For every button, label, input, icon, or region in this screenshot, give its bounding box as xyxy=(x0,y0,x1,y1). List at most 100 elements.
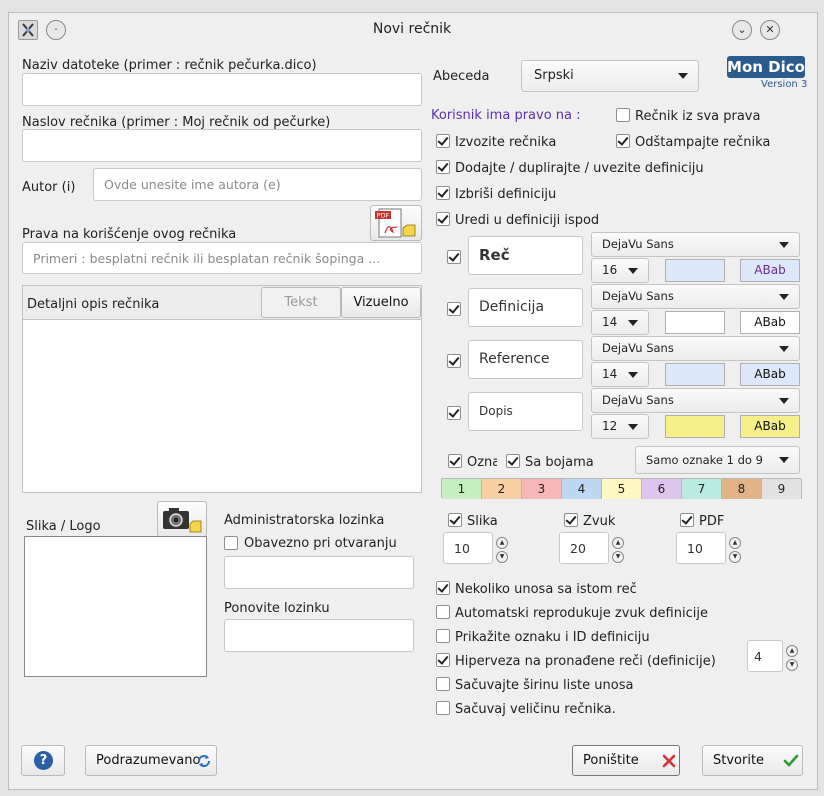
usage-rights-input[interactable] xyxy=(22,242,422,274)
option-checkbox[interactable] xyxy=(436,605,450,619)
option-checkbox[interactable] xyxy=(436,701,450,715)
tags-range-select[interactable]: Samo oznake 1 do 9 xyxy=(635,446,800,474)
font-family-select[interactable]: DejaVu Sans xyxy=(591,336,800,361)
chevron-up-icon[interactable]: ▲ xyxy=(612,537,624,549)
text-color-sample[interactable]: ABab xyxy=(740,415,800,438)
background-color-swatch[interactable] xyxy=(665,415,725,438)
hyperlink-count-input[interactable] xyxy=(747,640,783,672)
chevron-down-icon[interactable]: ▼ xyxy=(612,551,624,563)
tag-color-cell[interactable]: 6 xyxy=(642,479,682,499)
tag-color-cell[interactable]: 5 xyxy=(602,479,642,499)
pdf-icon-text: PDF xyxy=(377,212,390,220)
pdf-checkbox[interactable] xyxy=(680,513,694,527)
logo-image-area[interactable] xyxy=(24,536,207,677)
text-color-sample[interactable]: ABab xyxy=(740,259,800,282)
background-color-swatch[interactable] xyxy=(665,363,725,386)
mandatory-on-open-checkbox[interactable] xyxy=(224,536,238,550)
print-checkbox[interactable] xyxy=(616,134,630,148)
chevron-down-icon[interactable]: ▼ xyxy=(729,551,741,563)
filename-input[interactable] xyxy=(22,73,422,106)
chevron-up-icon[interactable]: ▲ xyxy=(496,537,508,549)
option-label: Sačuvajte širinu liste unosa xyxy=(455,678,634,693)
camera-button[interactable] xyxy=(157,501,207,537)
font-family-select[interactable]: DejaVu Sans xyxy=(591,284,800,309)
font-size-select[interactable]: 16 xyxy=(591,258,649,283)
create-button[interactable]: Stvorite xyxy=(702,745,803,776)
font-family-select[interactable]: DejaVu Sans xyxy=(591,232,800,257)
chevron-up-icon[interactable]: ▲ xyxy=(729,537,741,549)
chevron-down-icon[interactable]: ▼ xyxy=(786,659,798,671)
default-button-label: Podrazumevano xyxy=(96,753,201,768)
author-input[interactable] xyxy=(93,168,422,201)
text-color-sample[interactable]: ABab xyxy=(740,363,800,386)
tab-visual[interactable]: Vizuelno xyxy=(341,287,421,318)
description-label: Detaljni opis rečnika xyxy=(27,297,160,312)
tab-text[interactable]: Tekst xyxy=(261,287,341,318)
chevron-down-icon[interactable]: ▼ xyxy=(496,551,508,563)
font-family-select[interactable]: DejaVu Sans xyxy=(591,388,800,413)
option-checkbox[interactable] xyxy=(436,677,450,691)
option-label: Prikažite oznaku i ID definiciju xyxy=(455,630,650,645)
help-button[interactable]: ? xyxy=(21,745,65,776)
style-name-field[interactable]: Reference xyxy=(468,340,583,379)
colors-checkbox[interactable] xyxy=(506,454,520,468)
edit-definition-checkbox[interactable] xyxy=(436,212,450,226)
alphabet-select[interactable]: Srpski xyxy=(521,60,699,92)
help-icon: ? xyxy=(34,751,53,770)
text-color-sample[interactable]: ABab xyxy=(740,311,800,334)
tags-checkbox[interactable] xyxy=(448,454,462,468)
all-rights-checkbox[interactable] xyxy=(616,108,630,122)
tag-color-cell[interactable]: 7 xyxy=(682,479,722,499)
repeat-password-input[interactable] xyxy=(224,619,414,652)
hyperlink-count-spinner[interactable]: ▲ ▼ xyxy=(786,645,798,671)
tag-color-cell[interactable]: 4 xyxy=(562,479,602,499)
dictionary-title-input[interactable] xyxy=(22,129,422,162)
tag-color-cell[interactable]: 9 xyxy=(762,479,802,499)
image-size-input[interactable] xyxy=(443,532,493,564)
style-enable-checkbox[interactable] xyxy=(447,250,461,264)
minimize-button[interactable]: ⌄ xyxy=(732,20,752,40)
style-name-field[interactable]: Reč xyxy=(468,236,583,275)
tag-color-cell[interactable]: 2 xyxy=(482,479,522,499)
description-editor: Detaljni opis rečnika Tekst Vizuelno xyxy=(22,285,422,493)
background-color-swatch[interactable] xyxy=(665,259,725,282)
pdf-size-input[interactable] xyxy=(676,532,726,564)
admin-password-input[interactable] xyxy=(224,556,414,589)
colors-label: Sa bojama xyxy=(525,455,594,470)
font-size-select[interactable]: 14 xyxy=(591,310,649,335)
cancel-button[interactable]: Poništite xyxy=(572,745,680,776)
font-size-value: 14 xyxy=(602,367,618,381)
pdf-size-spinner[interactable]: ▲ ▼ xyxy=(729,537,741,563)
description-text-area[interactable] xyxy=(23,320,421,492)
style-enable-checkbox[interactable] xyxy=(447,354,461,368)
option-checkbox[interactable] xyxy=(436,629,450,643)
style-enable-checkbox[interactable] xyxy=(447,406,461,420)
checkmark-icon xyxy=(783,754,799,767)
delete-definition-checkbox[interactable] xyxy=(436,186,450,200)
style-enable-checkbox[interactable] xyxy=(447,302,461,316)
background-color-swatch[interactable] xyxy=(665,311,725,334)
tag-color-cell[interactable]: 3 xyxy=(522,479,562,499)
sound-checkbox[interactable] xyxy=(564,513,578,527)
sound-size-spinner[interactable]: ▲ ▼ xyxy=(612,537,624,563)
image-checkbox[interactable] xyxy=(448,513,462,527)
add-definition-checkbox[interactable] xyxy=(436,160,450,174)
dictionary-title-label: Naslov rečnika (primer : Moj rečnik od p… xyxy=(22,115,331,130)
export-checkbox[interactable] xyxy=(436,134,450,148)
tag-color-cell[interactable]: 1 xyxy=(442,479,482,499)
logo-label: Slika / Logo xyxy=(26,519,101,534)
pdf-file-icon[interactable]: PDF xyxy=(370,205,422,241)
style-name-field[interactable]: Dopis xyxy=(468,392,583,431)
delete-definition-label: Izbriši definiciju xyxy=(455,187,557,202)
option-checkbox[interactable] xyxy=(436,581,450,595)
font-size-select[interactable]: 12 xyxy=(591,414,649,439)
default-button[interactable]: Podrazumevano xyxy=(85,745,217,776)
option-checkbox[interactable] xyxy=(436,653,450,667)
chevron-up-icon[interactable]: ▲ xyxy=(786,645,798,657)
style-name-field[interactable]: Definicija xyxy=(468,288,583,327)
tag-color-cell[interactable]: 8 xyxy=(722,479,762,499)
font-size-select[interactable]: 14 xyxy=(591,362,649,387)
sound-size-input[interactable] xyxy=(559,532,609,564)
image-size-spinner[interactable]: ▲ ▼ xyxy=(496,537,508,563)
close-window-button[interactable]: ✕ xyxy=(760,20,780,40)
